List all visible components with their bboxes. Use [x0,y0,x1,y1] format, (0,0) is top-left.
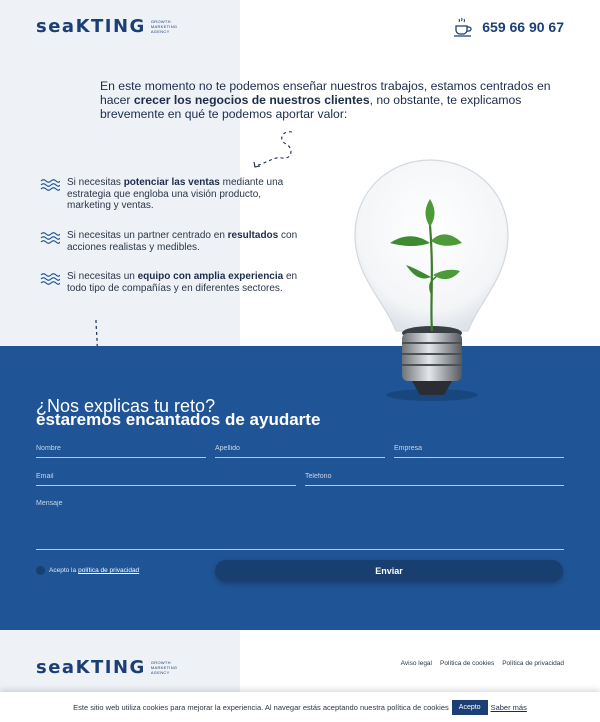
cookie-banner: Este sitio web utiliza cookies para mejo… [0,692,600,722]
benefit-item: Si necesitas potenciar las ventas median… [40,177,300,212]
logo-tagline-line: AGENCY [150,29,170,34]
phone-number[interactable]: 659 66 90 67 [482,19,564,35]
logo-tagline: GROWTH MARKETING AGENCY [151,19,177,34]
waves-icon [40,273,60,285]
benefit-highlight: resultados [227,230,279,241]
contact-form-section: ¿Nos explicas tu reto? estaremos encanta… [0,346,600,630]
coffee-cup-icon [454,17,472,37]
company-input[interactable] [394,445,564,452]
intro-text-highlight: crecer los negocios de nuestros clientes [133,93,370,107]
privacy-label: Acepto la [49,567,77,574]
phone-contact[interactable]: 659 66 90 67 [452,16,564,38]
dashed-arrow-decoration [253,131,293,168]
privacy-policy-link[interactable]: política de privacidad [78,567,139,574]
logo-wordmark: seaKTING [36,657,146,678]
email-field[interactable] [36,473,296,486]
benefit-item: Si necesitas un equipo con amplia experi… [40,271,300,294]
benefit-text: Si necesitas un partner centrado en resu… [67,230,300,253]
email-input[interactable] [36,473,296,480]
logo-tagline: GROWTH MARKETING AGENCY [151,660,177,675]
intro-text: En este momento no te podemos enseñar nu… [100,79,570,121]
benefit-text-part: Si necesitas [67,177,124,188]
benefit-highlight: equipo con amplia experiencia [137,271,284,282]
form-subheading: estaremos encantados de ayudarte [36,410,321,429]
logo-tagline-line: AGENCY [150,670,170,675]
waves-icon [40,232,60,244]
benefit-item: Si necesitas un partner centrado en resu… [40,230,300,253]
benefit-highlight: potenciar las ventas [123,177,220,188]
first-name-input[interactable] [36,445,206,452]
message-field[interactable] [36,500,564,550]
last-name-input[interactable] [215,445,385,452]
footer-link-privacy[interactable]: Política de privacidad [502,660,564,667]
benefit-text: Si necesitas potenciar las ventas median… [67,177,300,212]
waves-icon [40,179,60,191]
footer-link-legal[interactable]: Aviso legal [401,660,432,667]
company-field[interactable] [394,445,564,458]
first-name-field[interactable] [36,445,206,458]
phone-field[interactable] [305,473,564,486]
message-input[interactable] [36,500,564,542]
logo[interactable]: seaKTING GROWTH MARKETING AGENCY [36,16,177,37]
left-panel-background [0,0,240,346]
footer-link-cookies[interactable]: Política de cookies [440,660,494,667]
privacy-checkbox[interactable] [36,566,45,575]
benefit-text-part: Si necesitas un [67,271,138,282]
footer-links: Aviso legal Política de cookies Política… [401,660,564,667]
lightbulb-plant-illustration [354,159,509,401]
benefit-text: Si necesitas un equipo con amplia experi… [67,271,300,294]
privacy-consent[interactable]: Acepto la política de privacidad [36,566,139,575]
benefit-text-part: Si necesitas un partner centrado en [67,230,228,241]
cookie-text: Este sitio web utiliza cookies para mejo… [73,702,449,712]
logo-wordmark: seaKTING [36,16,146,37]
cookie-accept-button[interactable]: Acepto [451,699,488,715]
submit-button[interactable]: Enviar [215,560,563,582]
footer: seaKTING GROWTH MARKETING AGENCY Aviso l… [0,630,600,692]
footer-logo[interactable]: seaKTING GROWTH MARKETING AGENCY [36,657,177,678]
cookie-more-link[interactable]: Saber más [491,703,527,712]
last-name-field[interactable] [215,445,385,458]
phone-input[interactable] [305,473,564,480]
